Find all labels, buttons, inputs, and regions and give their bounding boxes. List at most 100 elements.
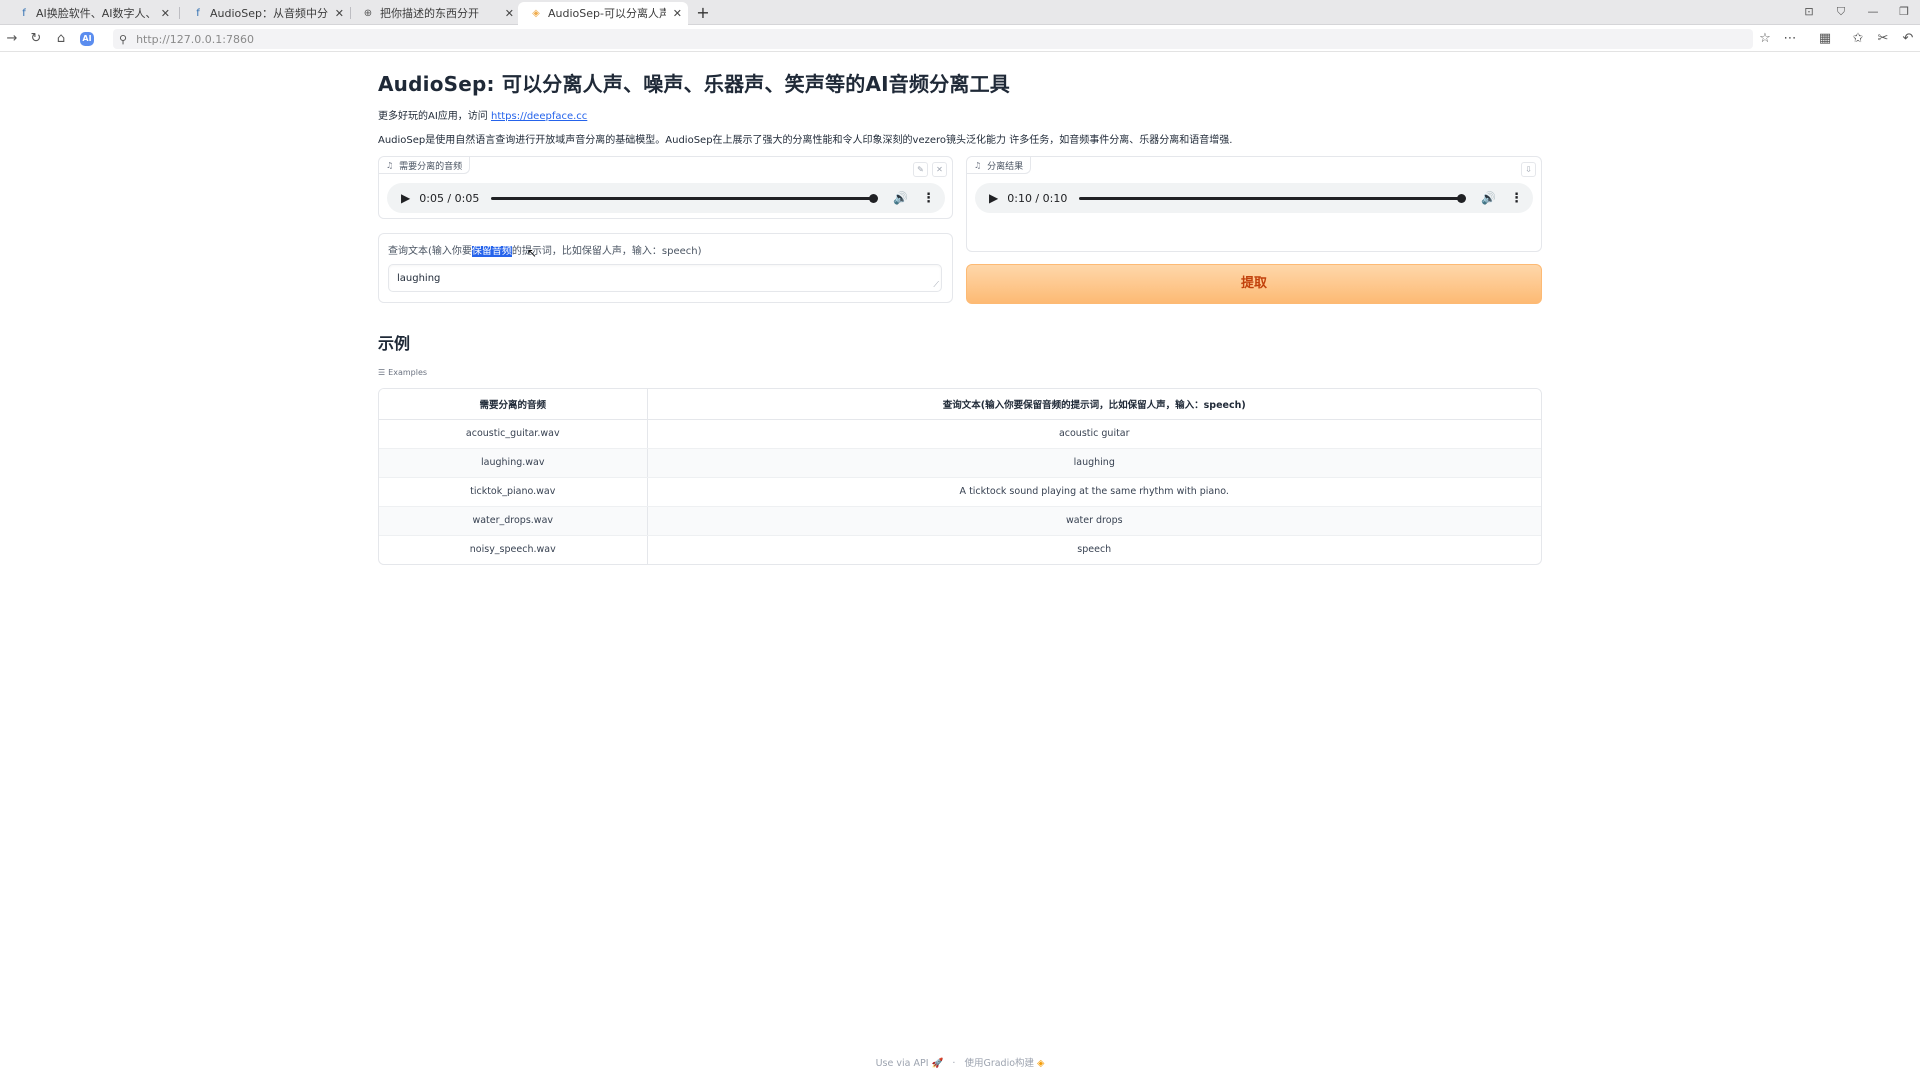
example-audio-cell[interactable]: ticktok_piano.wav	[379, 477, 648, 507]
close-icon[interactable]: ✕	[335, 2, 344, 25]
footer-separator: ·	[952, 1058, 956, 1069]
volume-icon[interactable]: 🔊	[893, 191, 908, 205]
download-icon[interactable]: ⇩	[1521, 162, 1536, 177]
example-query-cell[interactable]: speech	[647, 535, 1541, 564]
close-icon[interactable]: ✕	[673, 2, 682, 25]
page-footer: Use via API 🚀 · 使用Gradio构建 ◈	[0, 1055, 1920, 1069]
new-tab-button[interactable]: +	[693, 2, 713, 24]
output-audio-label: ♫ 分离结果	[967, 157, 1032, 174]
page-title: AudioSep: 可以分离人声、噪声、乐器声、笑声等的AI音频分离工具	[378, 72, 1010, 96]
query-text-panel: 查询文本(输入你要保留音频的提示词，比如保留人声，输入：speech) ↖ la…	[378, 233, 953, 303]
progress-knob[interactable]	[1457, 193, 1467, 203]
resize-handle-icon[interactable]: ⟋	[933, 280, 939, 290]
example-query-cell[interactable]: acoustic guitar	[647, 419, 1541, 449]
more-apps-line: 更多好玩的AI应用，访问 https://deepface.cc	[378, 107, 1542, 122]
restore-icon[interactable]: ❐	[1895, 2, 1913, 22]
browser-tab[interactable]: f AudioSep：从音频中分离出 ✕	[180, 2, 350, 25]
example-query-cell[interactable]: A ticktock sound playing at the same rhy…	[647, 477, 1541, 507]
output-audio-player[interactable]: ▶ 0:10 / 0:10 🔊 ⋮	[975, 183, 1533, 213]
reload-icon[interactable]: ↻	[26, 29, 46, 49]
selected-text: 保留音频	[471, 246, 512, 257]
grid-icon[interactable]: ▦	[1815, 29, 1835, 49]
app-header: AudioSep: 可以分离人声、噪声、乐器声、笑声等的AI音频分离工具 更多好…	[378, 62, 1542, 146]
input-audio-panel: ♫ 需要分离的音频 ✎ ✕ ▶ 0:05 / 0:05 🔊 ⋮	[378, 156, 953, 219]
table-header-row: 需要分离的音频 查询文本(输入你要保留音频的提示词，比如保留人声，输入：spee…	[379, 389, 1541, 420]
facebook-icon: f	[22, 7, 26, 19]
clear-icon[interactable]: ✕	[932, 162, 947, 177]
examples-heading: 示例	[378, 334, 411, 353]
tab-count-icon[interactable]: ⊡	[1800, 2, 1818, 22]
table-row[interactable]: water_drops.wav water drops	[379, 506, 1541, 536]
audio-time: 0:05 / 0:05	[419, 191, 480, 205]
more-options-icon[interactable]: ⋮	[1510, 191, 1523, 206]
more-apps-text: 更多好玩的AI应用，访问	[378, 111, 488, 122]
table-row[interactable]: noisy_speech.wav speech	[379, 535, 1541, 564]
table-row[interactable]: ticktok_piano.wav A ticktock sound playi…	[379, 477, 1541, 507]
edit-icon[interactable]: ✎	[913, 162, 928, 177]
music-note-icon: ♫	[974, 160, 982, 170]
audio-time: 0:10 / 0:10	[1007, 191, 1068, 205]
list-icon: ☰	[378, 368, 386, 377]
gradio-logo-icon: ◈	[1037, 1058, 1045, 1069]
play-icon[interactable]: ▶	[401, 191, 410, 205]
browser-tab[interactable]: ⊕ 把你描述的东西分开 ✕	[350, 2, 520, 25]
examples-label: ☰ Examples	[378, 368, 428, 377]
url-field[interactable]: ⚲ http://127.0.0.1:7860	[113, 29, 1753, 49]
example-audio-cell[interactable]: water_drops.wav	[379, 506, 648, 536]
example-audio-cell[interactable]: laughing.wav	[379, 448, 648, 478]
bookmark-star-icon[interactable]: ☆	[1755, 29, 1775, 49]
output-audio-panel: ♫ 分离结果 ⇩ ▶ 0:10 / 0:10 🔊 ⋮	[966, 156, 1542, 252]
shirt-icon[interactable]: ⛉	[1832, 2, 1850, 22]
music-note-icon: ♫	[386, 160, 394, 170]
example-audio-cell[interactable]: noisy_speech.wav	[379, 535, 648, 564]
input-audio-label: ♫ 需要分离的音频	[379, 157, 471, 174]
address-bar: → ↻ ⌂ AI ⚲ http://127.0.0.1:7860 ☆ ⋯ ▦ ✩…	[0, 26, 1920, 52]
use-via-api-link[interactable]: Use via API	[876, 1058, 929, 1069]
description-text: AudioSep是使用自然语言查询进行开放域声音分离的基础模型。AudioSep…	[378, 135, 1233, 146]
more-options-icon[interactable]: ⋮	[922, 191, 935, 206]
close-icon[interactable]: ✕	[161, 2, 170, 25]
scissors-icon[interactable]: ✂	[1873, 29, 1893, 49]
audio-progress-bar[interactable]	[1079, 193, 1467, 203]
volume-icon[interactable]: 🔊	[1481, 191, 1496, 205]
example-query-cell[interactable]: laughing	[647, 448, 1541, 478]
facebook-icon: f	[196, 7, 200, 19]
progress-knob[interactable]	[869, 193, 879, 203]
query-label: 查询文本(输入你要保留音频的提示词，比如保留人声，输入：speech)	[388, 246, 702, 257]
home-icon[interactable]: ⌂	[51, 29, 71, 49]
tab-label: AudioSep：从音频中分离出	[210, 7, 328, 20]
close-icon[interactable]: ✕	[505, 2, 514, 25]
example-query-cell[interactable]: water drops	[647, 506, 1541, 536]
gradio-icon: ◈	[532, 7, 540, 19]
back-icon[interactable]: →	[2, 29, 22, 49]
extract-button[interactable]: 提取	[966, 264, 1542, 304]
audio-progress-bar[interactable]	[491, 193, 879, 203]
minimize-icon[interactable]: —	[1864, 2, 1882, 22]
column-header: 需要分离的音频	[379, 389, 648, 420]
mouse-cursor-icon: ↖	[527, 246, 538, 260]
input-audio-player[interactable]: ▶ 0:05 / 0:05 🔊 ⋮	[387, 183, 945, 213]
query-textarea[interactable]: laughing ⟋	[388, 264, 942, 292]
rocket-icon: 🚀	[931, 1058, 944, 1069]
column-header: 查询文本(输入你要保留音频的提示词，比如保留人声，输入：speech)	[647, 389, 1541, 420]
browser-tab-bar: f AI换脸软件、AI数字人、AI创 ✕ f AudioSep：从音频中分离出 …	[0, 0, 1920, 25]
examples-table: 需要分离的音频 查询文本(输入你要保留音频的提示词，比如保留人声，输入：spee…	[378, 388, 1542, 565]
play-icon[interactable]: ▶	[989, 191, 998, 205]
url-text: http://127.0.0.1:7860	[136, 32, 254, 46]
ai-assistant-icon[interactable]: AI	[80, 32, 94, 46]
tab-label: AudioSep-可以分离人声、噪	[548, 7, 666, 20]
search-icon: ⚲	[119, 32, 128, 46]
table-row[interactable]: laughing.wav laughing	[379, 448, 1541, 478]
deepface-link[interactable]: https://deepface.cc	[491, 111, 587, 122]
undo-icon[interactable]: ↶	[1898, 29, 1918, 49]
tab-label: 把你描述的东西分开	[380, 7, 479, 20]
tab-label: AI换脸软件、AI数字人、AI创	[36, 7, 154, 20]
globe-icon: ⊕	[363, 7, 373, 19]
favorites-icon[interactable]: ✩	[1848, 29, 1868, 49]
example-audio-cell[interactable]: acoustic_guitar.wav	[379, 419, 648, 449]
browser-tab[interactable]: f AI换脸软件、AI数字人、AI创 ✕	[6, 2, 176, 25]
table-row[interactable]: acoustic_guitar.wav acoustic guitar	[379, 419, 1541, 449]
browser-tab-active[interactable]: ◈ AudioSep-可以分离人声、噪 ✕	[518, 2, 688, 25]
more-icon[interactable]: ⋯	[1780, 29, 1800, 49]
built-with-gradio-link[interactable]: 使用Gradio构建	[964, 1058, 1034, 1069]
